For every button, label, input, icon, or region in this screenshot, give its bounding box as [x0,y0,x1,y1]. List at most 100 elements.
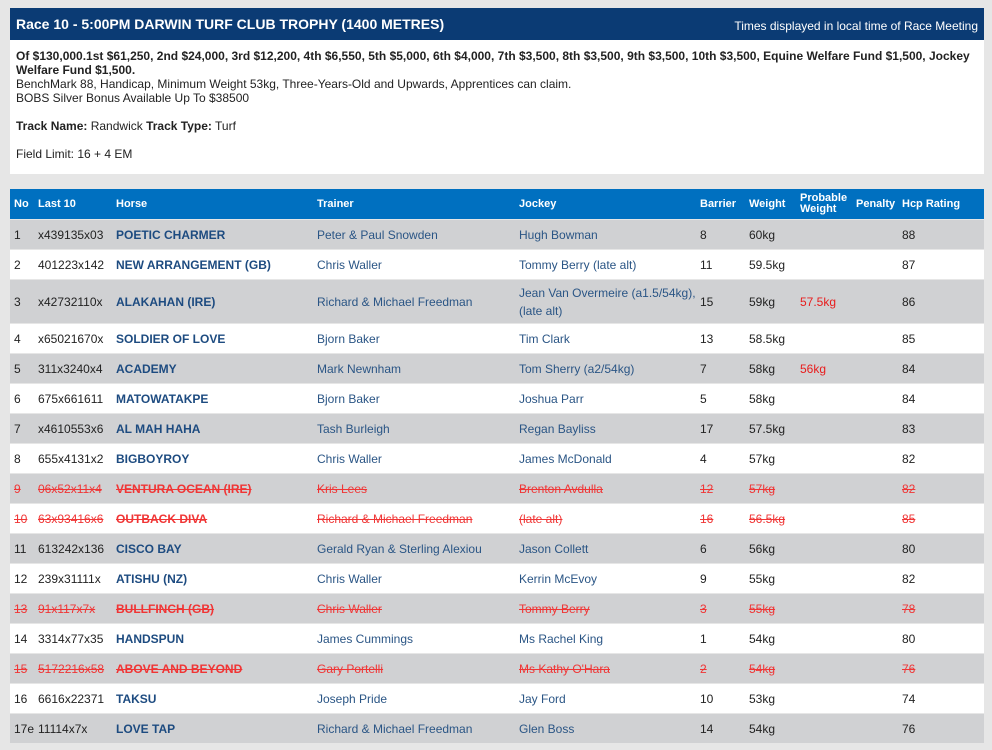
horse-name[interactable]: ATISHU (NZ) [116,572,187,586]
horse-name[interactable]: MATOWATAKPE [116,392,208,406]
jockey-name[interactable]: Jason Collett [519,542,588,556]
barrier-cell: 13 [700,323,749,354]
trainer-name[interactable]: Richard & Michael Freedman [317,295,472,309]
horse-name[interactable]: BULLFINCH (GB) [116,602,214,616]
horse-name[interactable]: HANDSPUN [116,632,184,646]
trainer-name[interactable]: Chris Waller [317,452,382,466]
trainer-name[interactable]: Bjorn Baker [317,392,380,406]
probable-weight-cell [800,323,856,354]
timezone-note: Times displayed in local time of Race Me… [734,19,978,33]
horse-name[interactable]: ABOVE AND BEYOND [116,662,242,676]
weight-cell: 59kg [749,279,800,324]
hcp-rating: 82 [902,451,916,466]
trainer-name-cell: Peter & Paul Snowden [317,219,519,250]
jockey-name[interactable]: Hugh Bowman [519,228,598,242]
barrier-cell: 7 [700,353,749,384]
col-header-weight[interactable]: Weight [749,189,800,220]
horse-name[interactable]: NEW ARRANGEMENT (GB) [116,258,271,272]
col-header-trainer[interactable]: Trainer [317,189,519,220]
last-10-form-cell: 5172216x58 [38,653,116,684]
hcp-rating-cell: 74 [902,683,984,714]
trainer-name[interactable]: Richard & Michael Freedman [317,722,472,736]
trainer-name[interactable]: Mark Newnham [317,362,401,376]
jockey-name[interactable]: Regan Bayliss [519,422,596,436]
weight-cell: 59.5kg [749,249,800,280]
table-row: 3 x42732110x ALAKAHAN (IRE) Richard & Micha… [10,279,984,324]
trainer-name-cell: Bjorn Baker [317,383,519,414]
trainer-name-cell: Richard & Michael Freedman [317,279,519,324]
col-header-horse[interactable]: Horse [116,189,317,220]
col-header-last10[interactable]: Last 10 [38,189,116,220]
table-row: 2 401223x142 NEW ARRANGEMENT (GB) Chris Wal… [10,249,984,280]
trainer-name[interactable]: James Cummings [317,632,413,646]
jockey-name[interactable]: Joshua Parr [519,392,584,406]
col-header-jockey[interactable]: Jockey [519,189,700,220]
probable-weight: 56kg [800,361,827,376]
jockey-name[interactable]: Tom Sherry (a2/54kg) [519,362,634,376]
jockey-name[interactable]: Tommy Berry [519,602,590,616]
last-10-form-cell: 239x31111x [38,563,116,594]
horse-name[interactable]: ALAKAHAN (IRE) [116,295,215,309]
col-header-no[interactable]: No [10,189,38,220]
hcp-rating: 84 [902,391,916,406]
trainer-name[interactable]: Tash Burleigh [317,422,390,436]
horse-name[interactable]: SOLDIER OF LOVE [116,332,225,346]
horse-name[interactable]: TAKSU [116,692,156,706]
jockey-name[interactable]: Ms Kathy O'Hara [519,662,610,676]
trainer-name[interactable]: Chris Waller [317,258,382,272]
jockey-name[interactable]: Kerrin McEvoy [519,572,597,586]
penalty-cell [856,713,902,743]
table-body: 1 x439135x03 POETIC CHARMER Peter & Paul Sn… [10,219,984,743]
trainer-name[interactable]: Joseph Pride [317,692,387,706]
trainer-name[interactable]: Gary Portelli [317,662,383,676]
horse-name[interactable]: AL MAH HAHA [116,422,200,436]
trainer-name[interactable]: Chris Waller [317,602,382,616]
col-header-probable-weight[interactable]: Probable Weight [800,189,856,220]
jockey-name[interactable]: (late alt) [519,512,562,526]
weight-cell: 55kg [749,593,800,624]
weight: 53kg [749,691,776,706]
runner-number-cell: 2 [10,249,38,280]
horse-name[interactable]: POETIC CHARMER [116,228,225,242]
horse-name[interactable]: LOVE TAP [116,722,175,736]
jockey-name[interactable]: Glen Boss [519,722,574,736]
last-10-form: 06x52x11x4 [38,481,102,496]
runner-number: 5 [14,361,21,376]
trainer-name[interactable]: Richard & Michael Freedman [317,512,472,526]
trainer-name[interactable]: Bjorn Baker [317,332,380,346]
horse-name[interactable]: OUTBACK DIVA [116,512,207,526]
horse-name-cell: ALAKAHAN (IRE) [116,279,317,324]
col-header-penalty[interactable]: Penalty [856,189,902,220]
jockey-name[interactable]: Tim Clark [519,332,570,346]
runner-number-cell: 3 [10,279,38,324]
horse-name[interactable]: VENTURA OCEAN (IRE) [116,482,252,496]
hcp-rating-cell: 80 [902,533,984,564]
barrier-cell: 15 [700,279,749,324]
horse-name[interactable]: CISCO BAY [116,542,182,556]
col-header-barrier[interactable]: Barrier [700,189,749,220]
horse-name[interactable]: BIGBOYROY [116,452,189,466]
barrier-cell: 6 [700,533,749,564]
horse-name[interactable]: ACADEMY [116,362,177,376]
jockey-name[interactable]: Tommy Berry (late alt) [519,258,636,272]
trainer-name-cell: Tash Burleigh [317,413,519,444]
col-header-hcp-rating[interactable]: Hcp Rating [902,189,984,220]
hcp-rating: 82 [902,571,916,586]
jockey-name[interactable]: Brenton Avdulla [519,482,603,496]
runner-number-cell: 5 [10,353,38,384]
jockey-name[interactable]: Jean Van Overmeire (a1.5/54kg), (late al… [519,286,696,318]
probable-weight-cell [800,219,856,250]
trainer-name-cell: Chris Waller [317,593,519,624]
trainer-name[interactable]: Gerald Ryan & Sterling Alexiou [317,542,482,556]
jockey-name[interactable]: Ms Rachel King [519,632,603,646]
horse-name-cell: ACADEMY [116,353,317,384]
trainer-name[interactable]: Peter & Paul Snowden [317,228,438,242]
barrier: 10 [700,691,714,706]
jockey-name[interactable]: Jay Ford [519,692,566,706]
runner-number: 4 [14,331,21,346]
jockey-name[interactable]: James McDonald [519,452,612,466]
trainer-name[interactable]: Kris Lees [317,482,367,496]
trainer-name[interactable]: Chris Waller [317,572,382,586]
penalty-cell [856,219,902,250]
table-row: 17e 11114x7x LOVE TAP Richard & Michael Fre… [10,713,984,743]
